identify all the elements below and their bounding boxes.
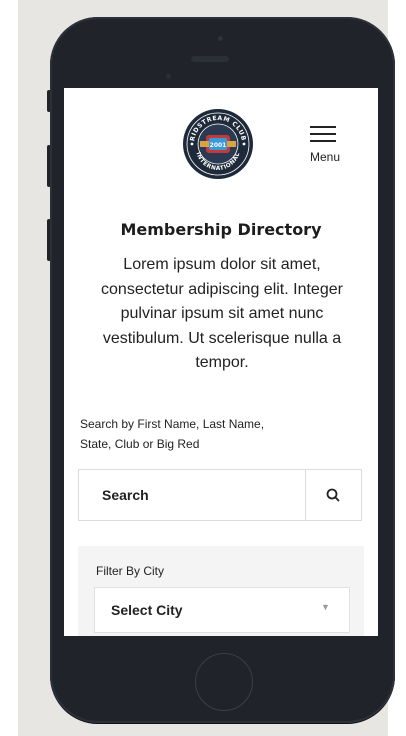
search-button[interactable]	[305, 470, 361, 520]
menu-button[interactable]: Menu	[300, 126, 354, 166]
hamburger-icon	[310, 126, 336, 142]
earpiece-speaker	[191, 56, 229, 62]
logo-year: 2001	[210, 142, 227, 149]
filter-label: Filter By City	[96, 564, 165, 578]
search-input[interactable]	[79, 470, 305, 520]
city-select-value: Select City	[111, 602, 183, 618]
club-logo[interactable]: RIDSTREAM CLUB INTERNATIONAL 2001	[182, 108, 254, 180]
filter-panel: Filter By City Select City ▼	[78, 546, 364, 636]
home-button[interactable]	[195, 653, 253, 711]
intro-text: Lorem ipsum dolor sit amet, consectetur …	[101, 256, 343, 372]
club-logo-graphic: RIDSTREAM CLUB INTERNATIONAL 2001	[183, 109, 253, 179]
page-title: Membership Directory	[120, 220, 322, 239]
city-select[interactable]: Select City ▼	[94, 587, 350, 633]
phone-screen: RIDSTREAM CLUB INTERNATIONAL 2001 Menu M…	[64, 88, 378, 636]
chevron-down-icon: ▼	[321, 602, 330, 612]
search-icon	[326, 488, 340, 502]
front-camera	[218, 36, 223, 41]
proximity-sensor	[166, 74, 171, 79]
search-label: Search by First Name, Last Name, State, …	[80, 417, 265, 451]
search-box	[78, 469, 362, 521]
menu-label: Menu	[309, 150, 341, 164]
